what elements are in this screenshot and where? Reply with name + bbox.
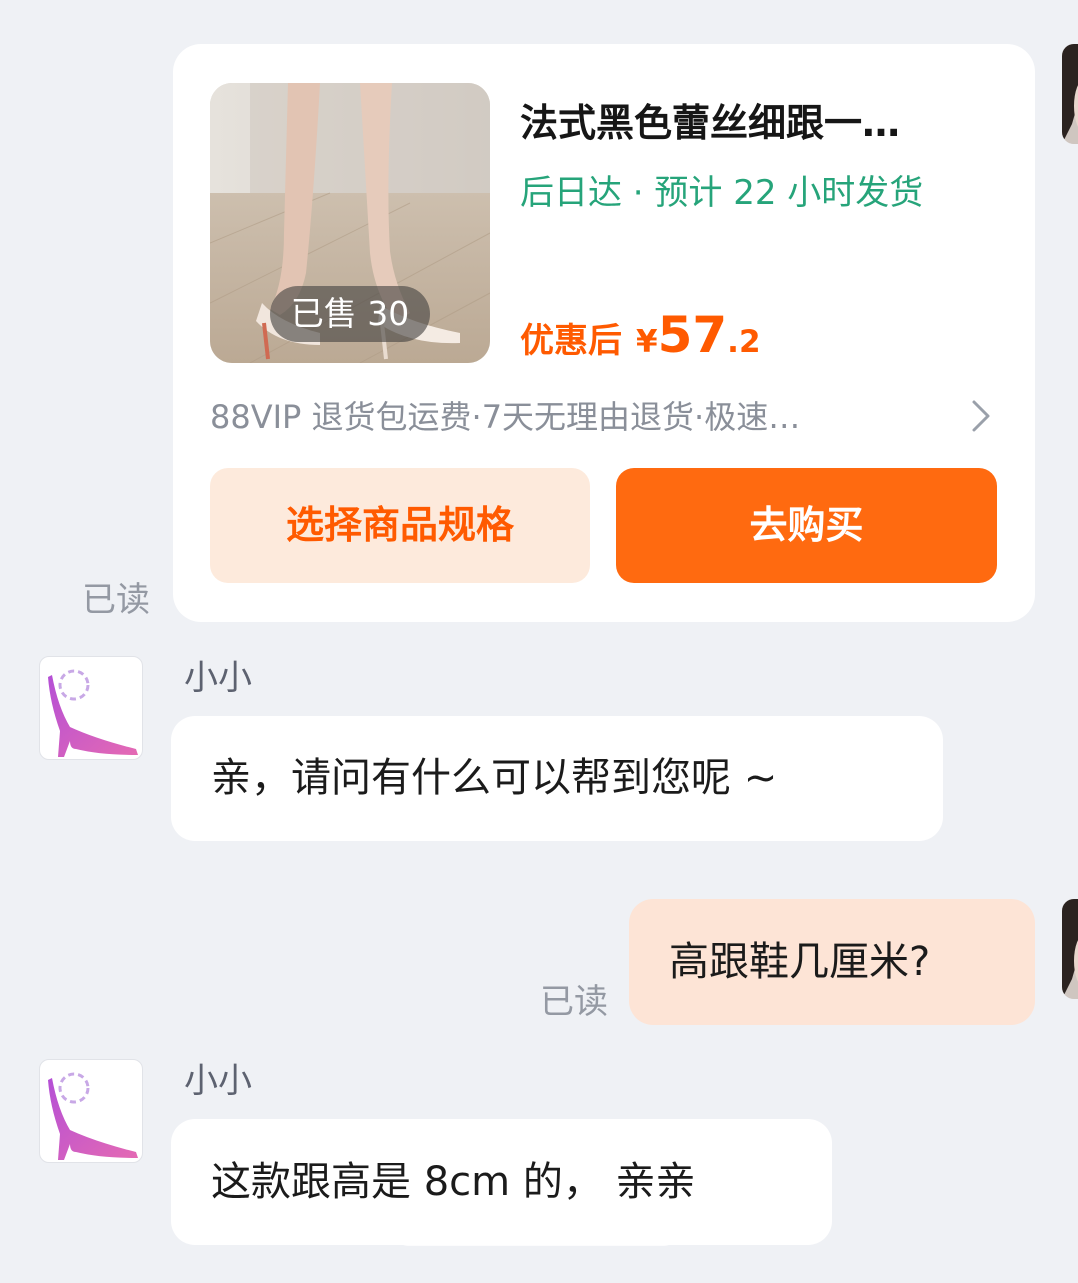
shop-avatar[interactable] — [39, 1059, 143, 1163]
shop-avatar[interactable] — [39, 656, 143, 760]
service-guarantees[interactable]: 88VIP 退货包运费·7天无理由退货·极速… — [210, 392, 940, 442]
sender-name: 小小 — [184, 1061, 252, 1101]
discounted-price: 优惠后 ¥57.2 — [520, 306, 761, 370]
buy-button[interactable]: 去购买 — [616, 468, 997, 583]
chevron-right-icon[interactable] — [966, 396, 996, 436]
sender-name: 小小 — [184, 658, 252, 698]
price-integer: 57 — [657, 306, 728, 364]
message-bubble-incoming[interactable]: 亲，请问有什么可以帮到您呢 ~ — [171, 716, 943, 841]
sold-count-badge: 已售 30 — [270, 286, 430, 342]
price-currency: ¥ — [636, 324, 658, 360]
read-status: 已读 — [540, 982, 608, 1022]
read-status: 已读 — [82, 580, 150, 620]
self-avatar[interactable] — [1062, 899, 1078, 999]
delivery-estimate: 后日达 · 预计 22 小时发货 — [520, 173, 924, 213]
message-bubble-outgoing[interactable]: 高跟鞋几厘米? — [629, 899, 1035, 1025]
scroll-indicator — [396, 1222, 676, 1246]
self-avatar[interactable] — [1062, 44, 1078, 144]
select-spec-button[interactable]: 选择商品规格 — [210, 468, 590, 583]
high-heel-logo-icon — [48, 1072, 138, 1160]
high-heel-logo-icon — [48, 669, 138, 757]
product-title[interactable]: 法式黑色蕾丝细跟一… — [520, 97, 980, 149]
price-decimal: .2 — [727, 324, 761, 360]
price-label: 优惠后 — [520, 321, 622, 361]
